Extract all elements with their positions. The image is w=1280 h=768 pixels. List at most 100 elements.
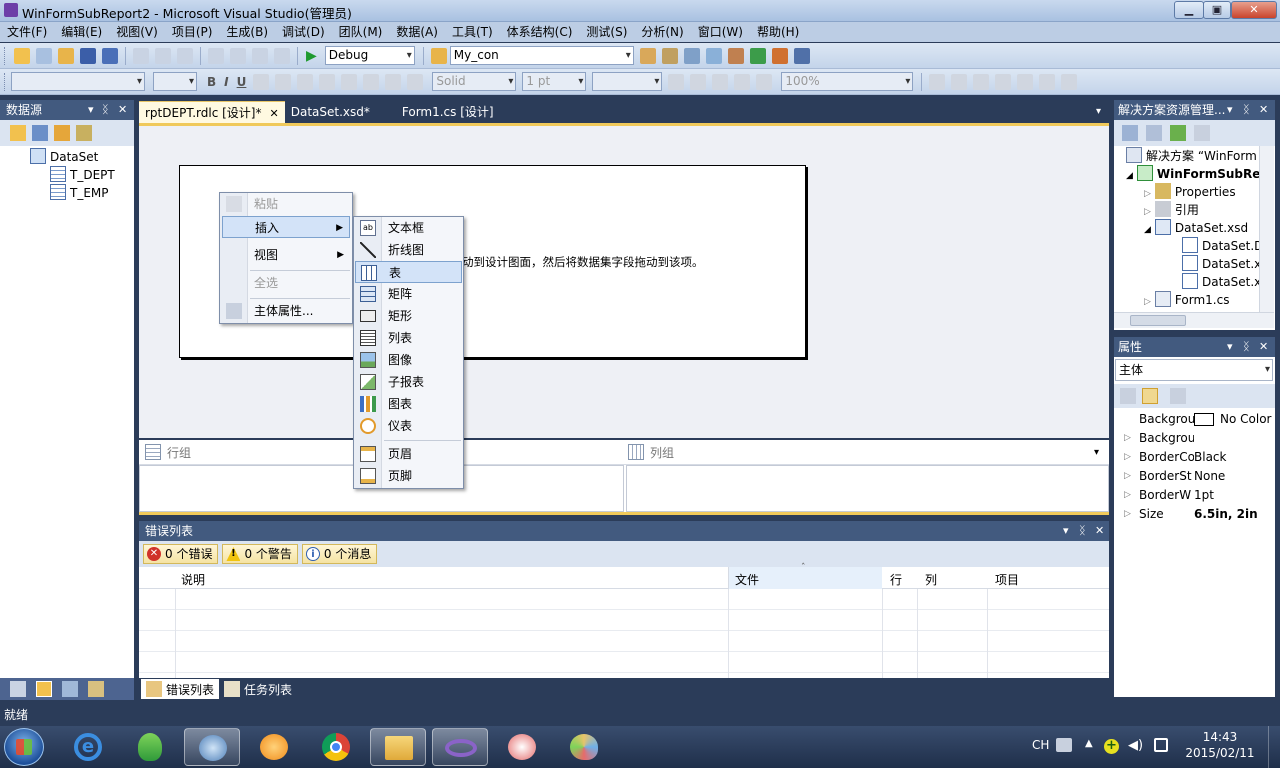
tree-node-form1[interactable]: ▷ Form1.cs — [1144, 291, 1229, 309]
close-panel-icon[interactable]: ✕ — [1259, 100, 1268, 120]
insert-chart[interactable]: 图表 — [354, 393, 463, 415]
underline-button[interactable]: U — [237, 75, 247, 89]
expand-arrow-icon[interactable]: ▷ — [1124, 467, 1131, 486]
pin-icon[interactable]: ᛝ — [102, 100, 109, 120]
zoom-select[interactable]: 100% — [781, 72, 914, 91]
menu-item-insert[interactable]: 插入 ▶ — [222, 216, 350, 238]
property-pages-icon[interactable] — [1170, 388, 1186, 404]
property-row-border-style[interactable]: ▷ BorderSt None — [1114, 467, 1272, 486]
tree-node-t-dept[interactable]: T_DEPT — [50, 166, 115, 184]
insert-page-header[interactable]: 页眉 — [354, 443, 463, 465]
close-tab-icon[interactable]: ✕ — [270, 107, 279, 120]
close-panel-icon[interactable]: ✕ — [118, 100, 127, 120]
minimize-button[interactable]: ▁ — [1174, 1, 1204, 19]
menu-analyze[interactable]: 分析(N) — [634, 22, 690, 42]
new-data-source-icon[interactable] — [10, 125, 26, 141]
collapse-arrow-icon[interactable]: ◢ — [1126, 171, 1133, 181]
border-color-select[interactable] — [592, 72, 663, 91]
cut-icon[interactable] — [133, 47, 149, 64]
taskbar-visual-studio[interactable] — [432, 728, 488, 766]
column-file-sorted[interactable]: 文件 ˆ — [728, 563, 882, 589]
input-language[interactable]: CH — [1032, 738, 1049, 752]
align-tops-icon[interactable] — [995, 73, 1012, 90]
tree-node-dataset-xsd[interactable]: ◢ DataSet.xsd — [1144, 219, 1248, 237]
property-row-background-color[interactable]: Backgrou No Color — [1114, 410, 1272, 429]
menu-team[interactable]: 团队(M) — [332, 22, 390, 42]
expand-arrow-icon[interactable]: ▷ — [1124, 505, 1131, 524]
column-line[interactable]: 行 — [890, 571, 902, 588]
tree-node-project[interactable]: ◢ WinFormSubRe — [1126, 165, 1260, 183]
toolbox-tab-icon[interactable] — [10, 681, 26, 697]
page-header-toggle-icon[interactable] — [712, 73, 729, 90]
object-browser-icon[interactable] — [705, 47, 722, 64]
expand-arrow-icon[interactable]: ▷ — [1124, 486, 1131, 505]
taskbar-chrome[interactable] — [308, 728, 364, 766]
tree-node-properties[interactable]: ▷ Properties — [1144, 183, 1236, 201]
tree-node-references[interactable]: ▷ 引用 — [1144, 201, 1199, 219]
grouping-menu-icon[interactable]: ▾ — [1094, 447, 1099, 458]
menu-item-body-properties[interactable]: 主体属性... — [220, 300, 352, 322]
insert-rectangle[interactable]: 矩形 — [354, 305, 463, 327]
warnings-filter-button[interactable]: ! 0 个警告 — [222, 544, 298, 564]
menu-edit[interactable]: 编辑(E) — [54, 22, 109, 42]
clock[interactable]: 14:43 2015/02/11 — [1180, 730, 1260, 760]
vertical-scrollbar[interactable] — [1259, 146, 1274, 312]
italic-button[interactable]: I — [224, 75, 228, 89]
solution-explorer-icon[interactable] — [661, 47, 678, 64]
taskbar-parrot[interactable] — [122, 728, 178, 766]
border-width-select[interactable]: 1 pt — [522, 72, 587, 91]
menu-data[interactable]: 数据(A) — [389, 22, 445, 42]
tab-overflow-icon[interactable]: ▾ — [1096, 106, 1101, 117]
indent-icon[interactable] — [385, 73, 402, 90]
property-row-border-width[interactable]: ▷ BorderW 1pt — [1114, 486, 1272, 505]
align-right-icon[interactable] — [341, 73, 358, 90]
menu-debug[interactable]: 调试(D) — [275, 22, 332, 42]
tree-node-t-emp[interactable]: T_EMP — [50, 184, 109, 202]
expand-arrow-icon[interactable]: ▷ — [1144, 297, 1151, 307]
show-hidden-icons-icon[interactable]: ▲ — [1085, 738, 1093, 749]
close-button[interactable]: ✕ — [1231, 1, 1277, 19]
pin-icon[interactable]: ᛝ — [1243, 100, 1250, 120]
column-groups-area[interactable] — [626, 465, 1109, 512]
insert-list[interactable]: 列表 — [354, 327, 463, 349]
taskbar-explorer[interactable] — [370, 728, 426, 766]
messages-filter-button[interactable]: i0 个消息 — [301, 544, 378, 564]
find-icon[interactable] — [430, 47, 447, 64]
copy-icon[interactable] — [155, 47, 171, 64]
menu-view[interactable]: 视图(V) — [109, 22, 165, 42]
expand-arrow-icon[interactable]: ▷ — [1124, 429, 1131, 448]
taskbar-ie[interactable]: e — [60, 728, 116, 766]
insert-gauge[interactable]: 仪表 — [354, 415, 463, 437]
menu-build[interactable]: 生成(B) — [219, 22, 275, 42]
bullets-icon[interactable] — [363, 73, 380, 90]
panel-menu-icon[interactable]: ▾ — [88, 100, 94, 120]
start-button[interactable] — [4, 728, 44, 766]
horizontal-scrollbar[interactable] — [1114, 312, 1274, 328]
toolbox-icon[interactable] — [727, 47, 744, 64]
paste-icon[interactable] — [177, 47, 193, 64]
view-class-diagram-icon[interactable] — [1194, 125, 1210, 141]
menu-item-paste[interactable]: 粘贴 — [220, 193, 352, 215]
scrollbar-thumb[interactable] — [1130, 315, 1186, 326]
tree-node-solution[interactable]: 解决方案 “WinForm — [1126, 147, 1257, 165]
menu-tools[interactable]: 工具(T) — [445, 22, 500, 42]
errors-filter-button[interactable]: ✕ 0 个错误 — [143, 544, 219, 564]
align-lefts-icon[interactable] — [929, 73, 946, 90]
taskbar-uc-browser[interactable] — [246, 728, 302, 766]
object-selector[interactable]: 主体 — [1115, 359, 1273, 381]
panel-menu-icon[interactable]: ▾ — [1227, 337, 1233, 357]
insert-textbox[interactable]: ab 文本框 — [354, 217, 463, 239]
edit-dataset-icon[interactable] — [54, 125, 70, 141]
taskbar-mail[interactable] — [184, 728, 240, 766]
server-explorer-tab-icon[interactable] — [62, 681, 78, 697]
insert-line[interactable]: 折线图 — [354, 239, 463, 261]
font-name-select[interactable] — [11, 72, 145, 91]
save-all-icon[interactable] — [102, 47, 118, 64]
open-file-icon[interactable] — [58, 47, 74, 64]
toolbar-grip[interactable] — [4, 46, 7, 65]
expand-arrow-icon[interactable]: ▷ — [1144, 189, 1151, 199]
navigate-forward-icon[interactable] — [274, 47, 290, 64]
new-dataset-icon[interactable] — [32, 125, 48, 141]
tree-node-dataset-designer[interactable]: DataSet.D — [1182, 237, 1263, 255]
menu-item-view[interactable]: 视图 ▶ — [220, 244, 352, 266]
